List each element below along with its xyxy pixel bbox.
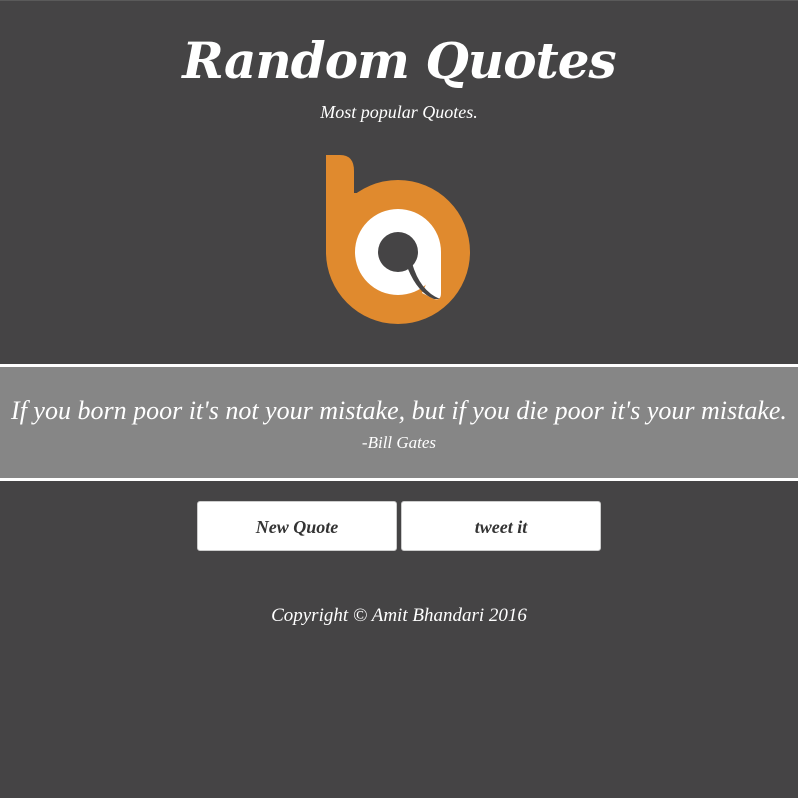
quote-author: -Bill Gates [361, 433, 437, 452]
site-subtitle: Most popular Quotes. [320, 102, 478, 122]
quote-text: If you born poor it's not your mistake, … [11, 396, 787, 425]
ba-logo-icon [326, 155, 470, 324]
footer-copyright: Copyright © Amit Bhandari 2016 [271, 605, 527, 626]
page: Random Quotes Most popular Quotes. If yo… [0, 0, 798, 798]
tweet-button[interactable]: tweet it [401, 501, 601, 551]
quote-text-row: If you born poor it's not your mistake, … [0, 395, 798, 427]
new-quote-button[interactable]: New Quote [197, 501, 397, 551]
quote-band: If you born poor it's not your mistake, … [0, 364, 798, 481]
site-title: Random Quotes [182, 31, 616, 90]
